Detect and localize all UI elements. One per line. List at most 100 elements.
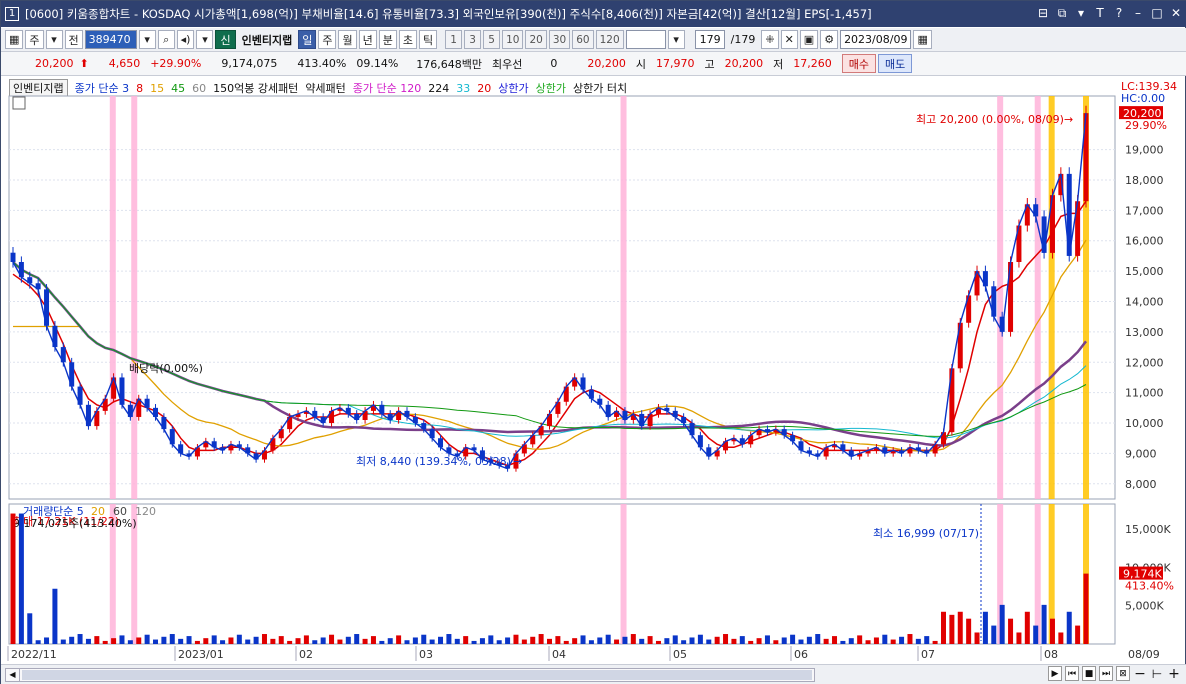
scroll-right-icon[interactable]: ▶ <box>1048 666 1062 681</box>
plus-icon[interactable]: + <box>1167 666 1181 682</box>
volume-tick: 15,000K <box>1125 523 1171 536</box>
volume-bar <box>505 637 511 644</box>
volume-bar <box>144 634 150 644</box>
limit-up-band <box>1034 96 1041 499</box>
hc-label: HC:0.00 <box>1121 92 1165 105</box>
volume-bar <box>261 634 267 644</box>
footer-bar: ◀ ▶ ⏮ ■ ⏭ ⊠ − ⊢ + <box>1 664 1186 684</box>
volume-bar <box>764 635 770 644</box>
volume-bar <box>211 635 217 644</box>
price-tick: 13,000 <box>1125 326 1164 339</box>
volume-bar <box>848 638 854 644</box>
volume-bar <box>697 634 703 644</box>
limit-up-band <box>620 504 627 644</box>
volume-bar <box>580 635 586 644</box>
volume-bar <box>915 638 921 644</box>
volume-bar <box>1058 632 1064 644</box>
volume-bar <box>647 636 653 644</box>
volume-bar <box>781 637 787 644</box>
volume-bar <box>119 635 125 644</box>
volume-bar <box>18 513 24 644</box>
x-axis-label: 05 <box>673 648 687 661</box>
x-axis-label: 08/09 <box>1128 648 1160 661</box>
volume-bar <box>513 634 519 644</box>
volume-bar <box>681 640 687 644</box>
price-tick: 15,000 <box>1125 265 1164 278</box>
volume-tick: 5,000K <box>1125 600 1164 613</box>
volume-bar <box>387 638 393 644</box>
volume-bar <box>756 638 762 644</box>
volume-bar <box>714 636 720 644</box>
volume-bar <box>798 639 804 644</box>
volume-bar <box>362 638 368 644</box>
volume-bar <box>572 638 578 644</box>
last-icon[interactable]: ⏭ <box>1099 666 1113 681</box>
volume-bar <box>203 638 209 644</box>
limit-up-band <box>997 96 1004 499</box>
scroll-left-icon[interactable]: ◀ <box>6 669 20 681</box>
first-icon[interactable]: ⏮ <box>1065 666 1079 681</box>
price-tick: 9,000 <box>1125 447 1157 460</box>
volume-bar <box>27 613 33 644</box>
volume-bar <box>890 639 896 644</box>
volume-bar <box>169 634 175 644</box>
volume-bar <box>622 636 628 644</box>
volume-panel <box>8 503 1116 645</box>
volume-bar <box>530 636 536 644</box>
limit-up-band <box>131 96 138 499</box>
volume-bar <box>957 611 963 644</box>
volume-bar <box>521 639 527 644</box>
price-tick: 12,000 <box>1125 356 1164 369</box>
volume-bar <box>840 640 846 644</box>
scrollbar[interactable]: ◀ <box>5 668 815 682</box>
volume-bar <box>136 637 142 644</box>
volume-bar <box>832 636 838 644</box>
volume-bar <box>614 639 620 644</box>
last-volume-pct: 413.40% <box>1125 580 1174 593</box>
price-chart[interactable]: LC:139.34HC:0.0019,00018,00017,00016,000… <box>1 1 1186 663</box>
minus-icon[interactable]: − <box>1133 666 1147 682</box>
volume-bar <box>253 636 259 644</box>
volume-bar <box>270 638 276 644</box>
volume-bar <box>94 636 100 644</box>
volume-bar <box>1049 618 1055 644</box>
x-axis-label: 08 <box>1044 648 1058 661</box>
volume-bar <box>354 634 360 644</box>
low-annotation: 최저 8,440 (139.34%, 03/28) <box>356 455 511 468</box>
price-tick: 10,000 <box>1125 417 1164 430</box>
right-arrow-icon: → <box>1064 113 1073 126</box>
volume-bar <box>857 635 863 644</box>
volume-bar <box>706 639 712 644</box>
volume-bar <box>396 635 402 644</box>
price-tick: 14,000 <box>1125 296 1164 309</box>
x-axis-label: 07 <box>921 648 935 661</box>
slider-icon[interactable]: ⊢ <box>1150 666 1164 681</box>
volume-bar <box>10 513 16 644</box>
volume-bar <box>1033 625 1039 644</box>
navigation-buttons: ▶ ⏮ ■ ⏭ ⊠ − ⊢ + <box>1048 666 1181 682</box>
high-annotation: 최고 20,200 (0.00%, 08/09) <box>916 113 1064 126</box>
volume-bar <box>739 636 745 644</box>
volume-bar <box>664 638 670 644</box>
limit-up-band <box>109 96 116 499</box>
volume-bar <box>932 640 938 644</box>
volume-bar <box>773 640 779 644</box>
stop-icon[interactable]: ■ <box>1082 666 1096 681</box>
volume-bar <box>412 637 418 644</box>
price-panel <box>8 95 1116 500</box>
volume-bar <box>672 635 678 644</box>
volume-bar <box>421 634 427 644</box>
volume-bar <box>605 634 611 644</box>
last-price-pct: 29.90% <box>1125 119 1167 132</box>
volume-bar <box>496 640 502 644</box>
volume-bar <box>547 638 552 644</box>
price-tick: 17,000 <box>1125 204 1164 217</box>
volume-last-annotation: 9,174,075주(413.40%) <box>13 517 137 530</box>
volume-bar <box>85 638 91 644</box>
volume-bar <box>974 632 980 644</box>
volume-bar <box>102 640 108 644</box>
volume-bar <box>488 635 494 644</box>
scroll-thumb[interactable] <box>22 670 812 680</box>
volume-bar <box>597 637 603 644</box>
zoom-reset-icon[interactable]: ⊠ <box>1116 666 1130 681</box>
